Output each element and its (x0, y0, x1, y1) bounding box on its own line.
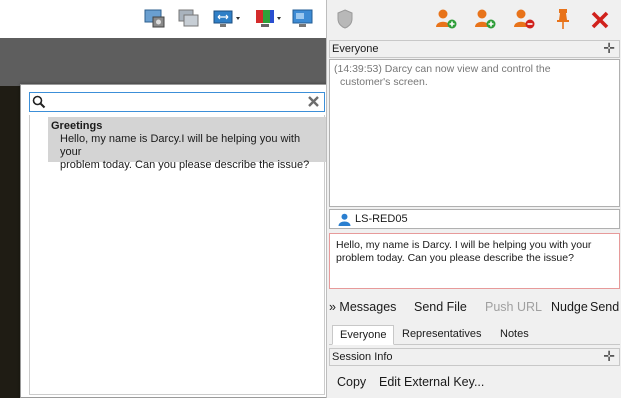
session-info-header[interactable]: Session Info ✛ (329, 348, 620, 366)
send-file-button[interactable]: Send File (414, 300, 467, 314)
chat-recipient[interactable]: LS-RED05 (329, 209, 620, 229)
color-depth-icon[interactable] (255, 7, 283, 31)
expand-icon[interactable]: ✛ (603, 40, 615, 56)
session-actions: Copy Edit External Key... (327, 375, 621, 393)
canned-message-title: Greetings (51, 120, 103, 132)
canned-message-search[interactable] (29, 92, 325, 112)
send-button[interactable]: Send (590, 300, 619, 314)
recipient-name: LS-RED05 (355, 213, 408, 225)
close-icon[interactable] (590, 10, 610, 33)
tab-notes[interactable]: Notes (493, 325, 536, 345)
chat-panel: Everyone ✛ (14:39:53) Darcy can now view… (326, 0, 621, 398)
pin-icon[interactable] (556, 8, 570, 33)
screenshot-icon[interactable] (144, 7, 166, 31)
nudge-button[interactable]: Nudge (551, 300, 588, 314)
copy-button[interactable]: Copy (337, 375, 366, 389)
screen-size-icon[interactable] (213, 7, 243, 31)
copy-window-icon[interactable] (178, 7, 200, 31)
message-compose-box[interactable]: Hello, my name is Darcy. I will be helpi… (329, 233, 620, 289)
add-rep-icon[interactable] (435, 8, 459, 33)
push-url-button[interactable]: Push URL (485, 300, 542, 314)
chat-log-line2: customer's screen. (340, 76, 428, 88)
chat-tabs: Everyone Representatives Notes (329, 325, 620, 345)
clear-search-icon[interactable] (307, 95, 320, 111)
chat-actions: » Messages Send File Push URL Nudge Send (327, 300, 621, 320)
canned-message-greetings[interactable]: Greetings Hello, my name is Darcy.I will… (48, 117, 326, 171)
monitor-icon[interactable] (292, 7, 314, 31)
remote-screen-band (0, 38, 326, 86)
tab-representatives[interactable]: Representatives (395, 325, 489, 345)
compose-line2: problem today. Can you please describe t… (336, 252, 574, 264)
messages-button[interactable]: » Messages (329, 300, 396, 314)
compose-line1: Hello, my name is Darcy. I will be helpi… (336, 239, 592, 251)
canned-message-body-line2: problem today. Can you please describe t… (60, 159, 310, 171)
canned-message-body-line1: Hello, my name is Darcy.I will be helpin… (60, 133, 301, 158)
shield-icon[interactable] (337, 9, 353, 32)
invite-rep-icon[interactable] (474, 8, 498, 33)
canned-message-list: Greetings Hello, my name is Darcy.I will… (29, 115, 326, 395)
canned-message-popup: Greetings Hello, my name is Darcy.I will… (20, 84, 330, 398)
chat-section-header[interactable]: Everyone ✛ (329, 40, 620, 58)
user-icon (338, 213, 351, 226)
chat-section-title: Everyone (332, 43, 379, 55)
chat-log: (14:39:53) Darcy can now view and contro… (329, 59, 620, 207)
remove-rep-icon[interactable] (513, 8, 537, 33)
tab-everyone[interactable]: Everyone (332, 325, 395, 345)
rep-toolbar (327, 0, 621, 38)
edit-external-key-button[interactable]: Edit External Key... (379, 375, 484, 389)
expand-icon[interactable]: ✛ (603, 348, 615, 364)
search-icon (32, 95, 46, 112)
chat-log-line1: (14:39:53) Darcy can now view and contro… (334, 63, 551, 75)
screen-toolbar (0, 0, 326, 38)
session-info-title: Session Info (332, 351, 393, 363)
